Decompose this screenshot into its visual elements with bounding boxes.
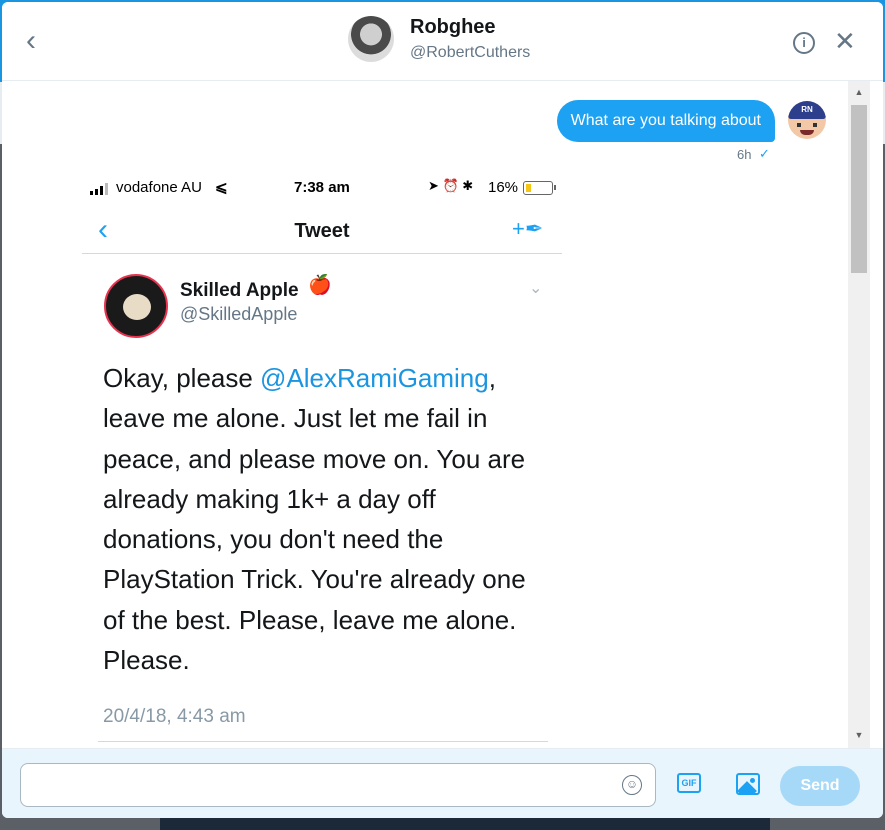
tweet-author-handle: @SkilledApple	[180, 304, 298, 324]
avatar-cap-text: RN	[788, 101, 826, 119]
battery-percent: 16%	[488, 179, 519, 196]
message-bubble[interactable]: What are you talking about	[556, 100, 775, 142]
phone-nav-bar: ‹ Tweet +✒	[82, 210, 562, 254]
check-icon: ✓	[759, 146, 770, 161]
background-footer	[160, 818, 770, 830]
avatar-eyes	[797, 123, 817, 127]
avatar-mouth	[800, 130, 814, 135]
nav-title: Tweet	[294, 220, 350, 242]
tweet-author-avatar	[104, 274, 168, 338]
dm-modal: ‹ Robghee @RobertCuthers i ✕ What are yo…	[2, 2, 883, 818]
message-composer: ☺ GIF Send	[2, 748, 883, 818]
message-input[interactable]	[20, 763, 656, 807]
chevron-left-icon[interactable]: ‹	[26, 26, 50, 56]
tweet-text-rest: , leave me alone. Just let me fail in pe…	[103, 363, 526, 676]
scroll-up-arrow-icon[interactable]: ▲	[848, 85, 870, 99]
tweet-mention: @AlexRamiGaming	[260, 363, 489, 393]
battery-icon	[523, 181, 553, 195]
gif-icon[interactable]: GIF	[677, 773, 701, 793]
tweet-text: Okay, please @AlexRamiGaming, leave me a…	[103, 358, 553, 680]
tweet-date: 20/4/18, 4:43 am	[103, 706, 246, 727]
attached-screenshot[interactable]: vodafone AU ⩽ 7:38 am ➤ ⏰ ✱ 16% ‹ Tweet …	[82, 166, 562, 748]
image-icon[interactable]	[736, 773, 760, 795]
location-alarm-bluetooth-icon: ➤ ⏰ ✱	[428, 178, 474, 193]
send-button[interactable]: Send	[780, 766, 860, 806]
conversation-header: ‹ Robghee @RobertCuthers i ✕	[2, 2, 883, 81]
chevron-down-icon: ⌄	[529, 280, 543, 297]
message-timestamp: 6h	[737, 147, 752, 162]
compose-tweet-icon: +✒	[512, 216, 544, 241]
sender-avatar[interactable]: RN	[788, 101, 826, 139]
wifi-icon: ⩽	[215, 179, 228, 196]
tweet-text-start: Okay, please	[103, 363, 261, 393]
tweet-divider	[98, 741, 548, 742]
close-icon[interactable]: ✕	[834, 28, 856, 54]
battery-nub	[554, 185, 556, 190]
scroll-down-arrow-icon[interactable]: ▼	[848, 728, 870, 742]
recipient-handle: @RobertCuthers	[410, 44, 531, 61]
apple-emoji-icon: 🍎	[308, 275, 332, 296]
scrollbar[interactable]: ▲ ▼	[848, 81, 870, 748]
carrier-label: vodafone AU	[116, 179, 202, 196]
info-icon[interactable]: i	[793, 32, 815, 54]
emoji-icon[interactable]: ☺	[622, 775, 642, 795]
signal-icon	[90, 183, 114, 195]
scrollbar-thumb[interactable]	[851, 105, 867, 273]
message-list: What are you talking about RN 6h ✓ vodaf…	[2, 81, 883, 748]
tweet-author-name: Skilled Apple	[180, 280, 299, 301]
avatar[interactable]	[348, 16, 394, 62]
phone-time: 7:38 am	[294, 179, 350, 196]
phone-status-bar: vodafone AU ⩽ 7:38 am ➤ ⏰ ✱ 16%	[82, 166, 562, 210]
recipient-name[interactable]: Robghee	[410, 16, 496, 39]
